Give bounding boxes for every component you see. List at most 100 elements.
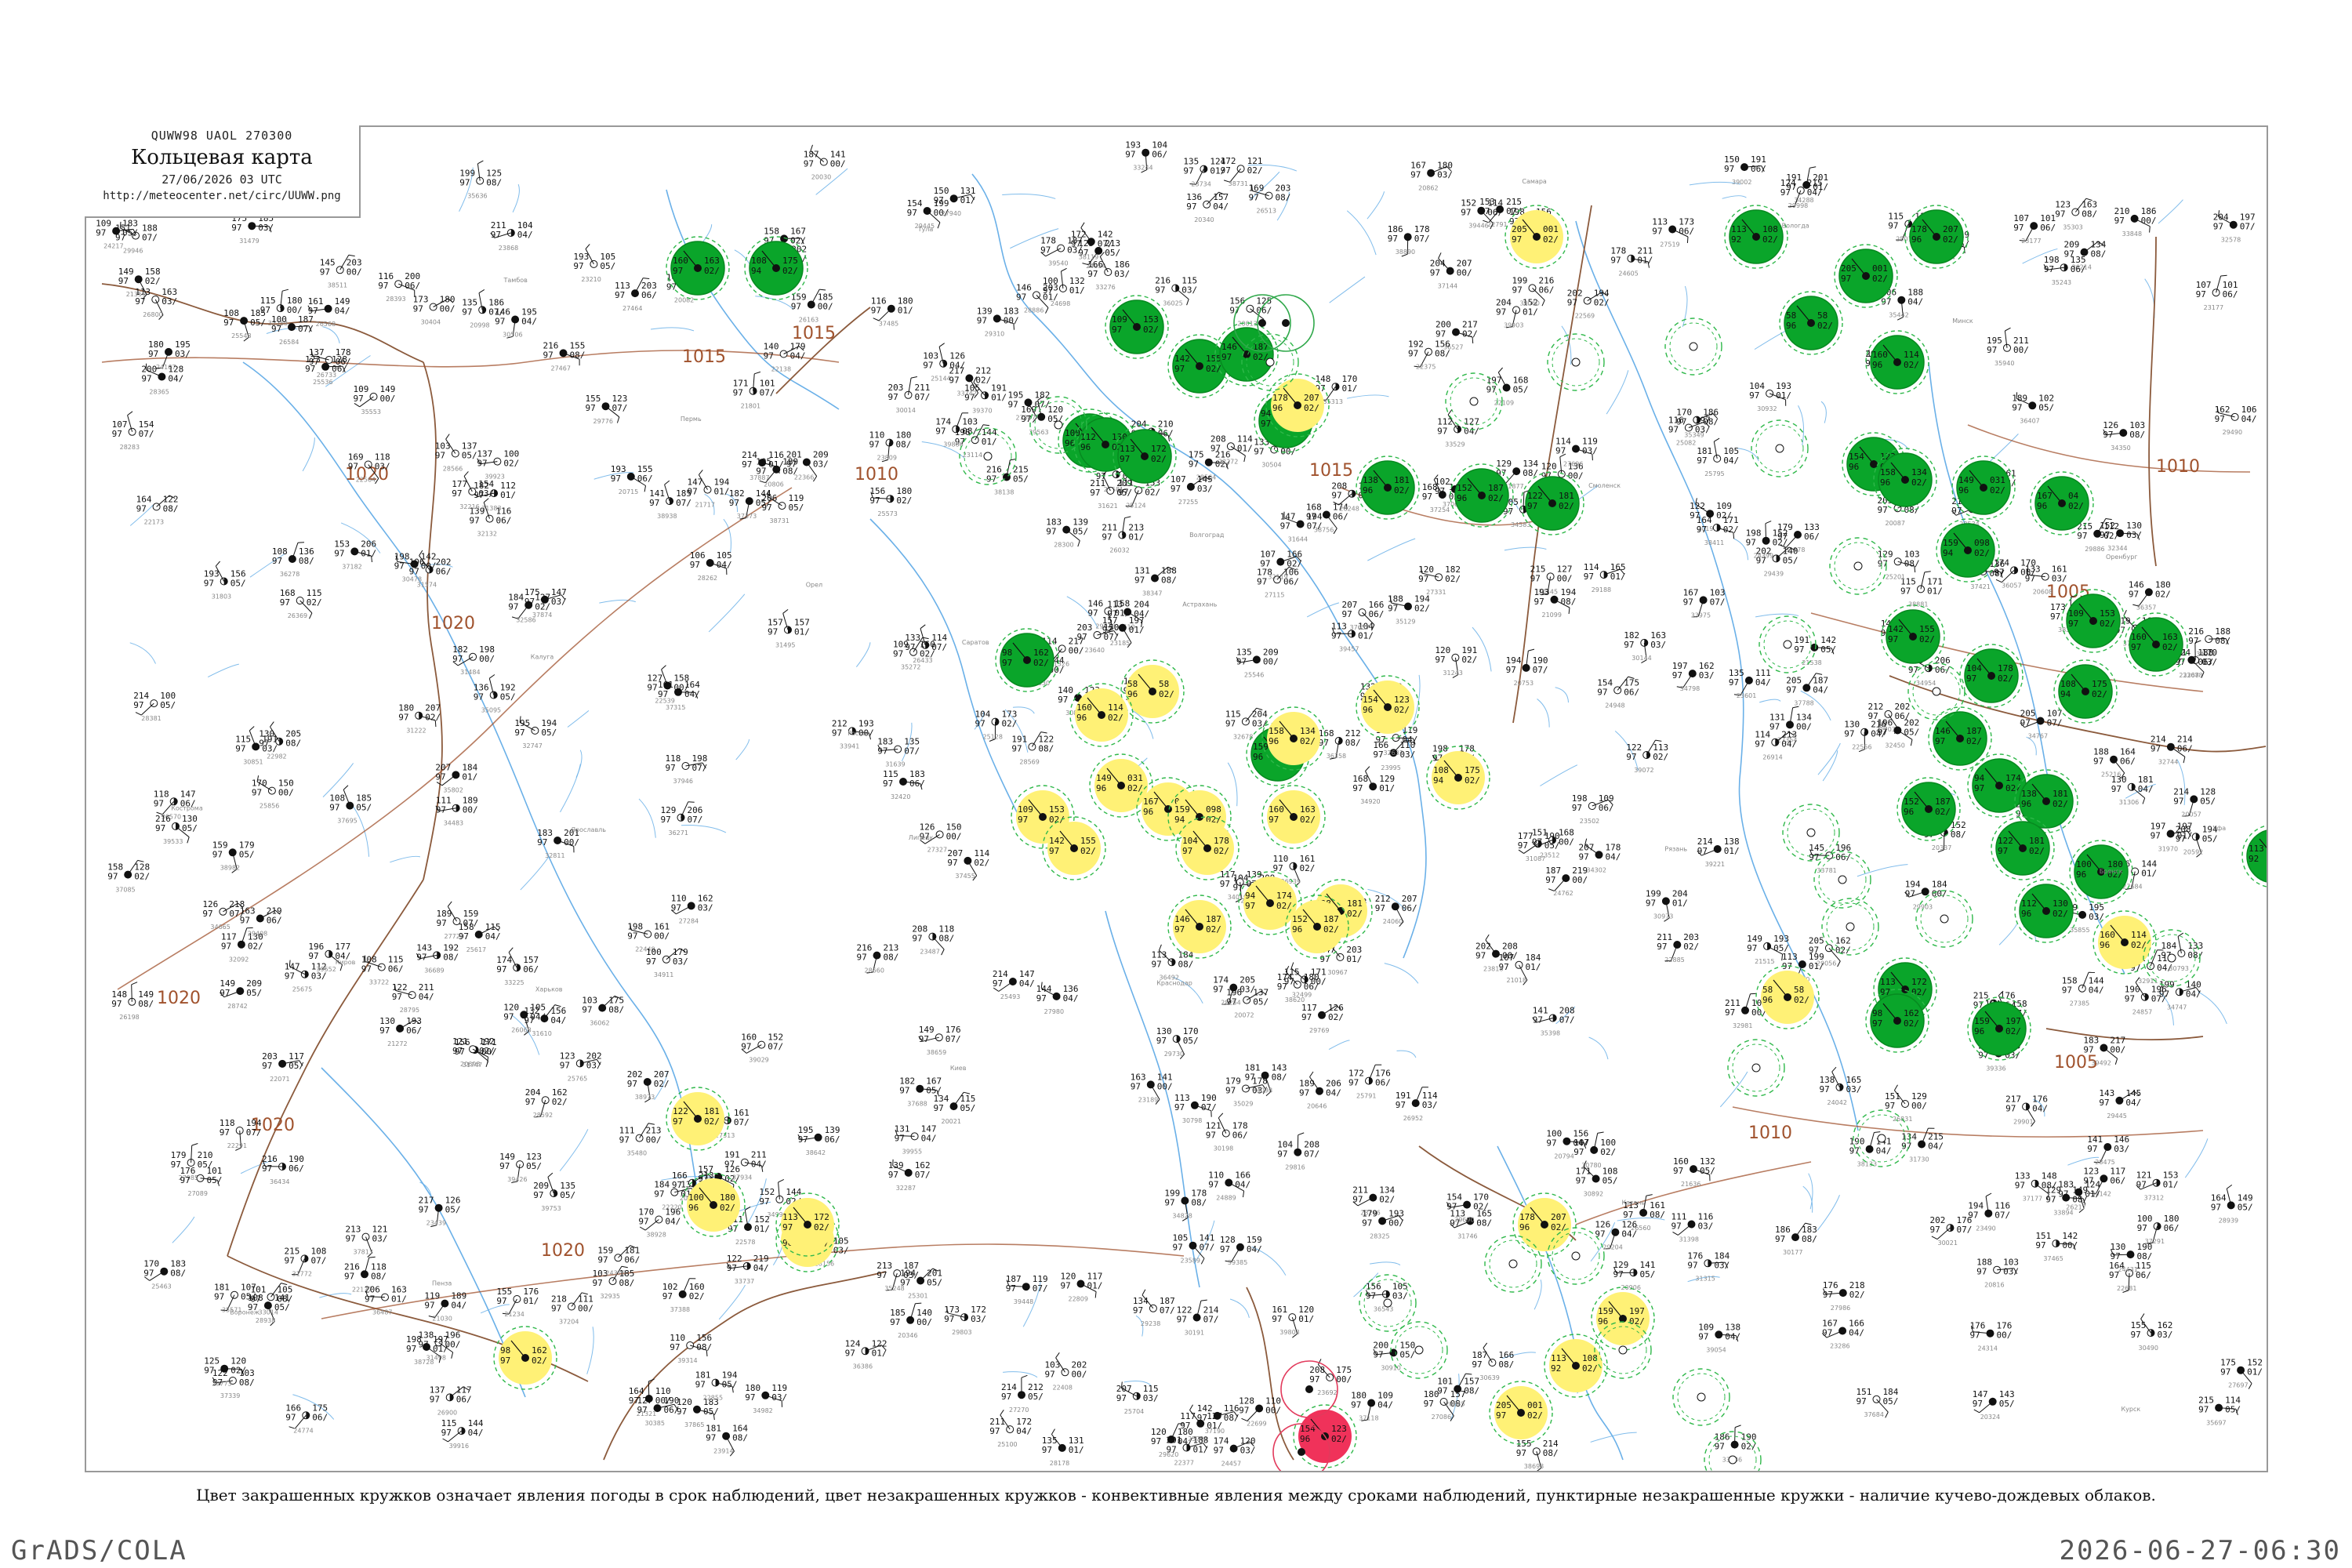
station-plot: 1189719807/37946 bbox=[666, 753, 708, 785]
svg-text:97: 97 bbox=[221, 942, 231, 952]
svg-text:30892: 30892 bbox=[1584, 1191, 1603, 1198]
svg-text:138: 138 bbox=[2021, 789, 2037, 799]
svg-text:30504: 30504 bbox=[1261, 462, 1281, 469]
svg-text:21018: 21018 bbox=[1507, 977, 1526, 984]
svg-text:97: 97 bbox=[1090, 488, 1100, 498]
svg-text:06/: 06/ bbox=[637, 474, 653, 484]
place-label: Рязань bbox=[1664, 845, 1687, 852]
svg-text:97: 97 bbox=[1885, 1101, 1895, 1111]
svg-text:97: 97 bbox=[2131, 1330, 2141, 1340]
cb-cloud-ring bbox=[1664, 318, 1722, 376]
svg-text:39029: 39029 bbox=[749, 1057, 768, 1064]
svg-text:97: 97 bbox=[2114, 216, 2125, 226]
svg-text:02/: 02/ bbox=[689, 1291, 705, 1301]
svg-text:97: 97 bbox=[895, 1133, 905, 1143]
svg-text:07/: 07/ bbox=[904, 746, 920, 757]
svg-text:23210: 23210 bbox=[581, 276, 601, 283]
svg-text:97: 97 bbox=[214, 1292, 224, 1302]
svg-text:08/: 08/ bbox=[2129, 430, 2145, 440]
svg-text:29056: 29056 bbox=[1817, 960, 1836, 967]
svg-text:30851: 30851 bbox=[243, 758, 263, 765]
station-plot: 2119717204/25100 bbox=[989, 1410, 1032, 1448]
svg-text:28660: 28660 bbox=[865, 967, 884, 975]
svg-text:97: 97 bbox=[2012, 402, 2022, 412]
svg-text:97: 97 bbox=[1220, 1244, 1230, 1254]
svg-text:26032: 26032 bbox=[1109, 547, 1129, 554]
svg-text:02/: 02/ bbox=[1935, 807, 1951, 817]
svg-text:20072: 20072 bbox=[1234, 1012, 1254, 1019]
svg-text:02/: 02/ bbox=[1653, 752, 1668, 762]
svg-text:29238: 29238 bbox=[1141, 1320, 1160, 1327]
svg-text:02/: 02/ bbox=[1206, 924, 1221, 935]
svg-text:06/: 06/ bbox=[2164, 1223, 2180, 1233]
svg-text:28569: 28569 bbox=[1019, 759, 1039, 766]
svg-text:97: 97 bbox=[1567, 298, 1577, 308]
svg-text:05/: 05/ bbox=[1904, 728, 1919, 738]
svg-text:96: 96 bbox=[1872, 360, 1882, 370]
isobar-label: 1010 bbox=[855, 465, 898, 485]
svg-text:97: 97 bbox=[1225, 718, 1236, 728]
svg-text:97: 97 bbox=[1987, 345, 1997, 355]
svg-text:30191: 30191 bbox=[1185, 1330, 1204, 1337]
svg-text:97: 97 bbox=[1254, 447, 1264, 457]
svg-text:22556: 22556 bbox=[1852, 744, 1871, 751]
svg-text:24762: 24762 bbox=[1553, 890, 1573, 897]
svg-text:29769: 29769 bbox=[1309, 1027, 1329, 1034]
svg-text:163: 163 bbox=[1300, 804, 1316, 815]
svg-text:06/: 06/ bbox=[2071, 264, 2086, 274]
svg-text:97: 97 bbox=[935, 426, 946, 436]
svg-text:02/: 02/ bbox=[479, 1046, 495, 1056]
station-plot: 2049716202/28592 bbox=[525, 1087, 568, 1119]
svg-text:30404: 30404 bbox=[421, 319, 441, 326]
svg-text:97: 97 bbox=[220, 1127, 230, 1138]
station-plot: 2119710404/23868 bbox=[490, 220, 533, 252]
svg-text:02/: 02/ bbox=[532, 1356, 547, 1366]
station-plot: 1139720306/27464 bbox=[615, 278, 657, 312]
svg-text:138: 138 bbox=[1363, 475, 1378, 485]
svg-text:97: 97 bbox=[1968, 1210, 1978, 1221]
station-plot: 1309719306/21272 bbox=[379, 1016, 422, 1047]
svg-text:08/: 08/ bbox=[938, 934, 954, 944]
stream bbox=[1755, 613, 1799, 618]
stream bbox=[1346, 394, 1389, 399]
svg-text:08/: 08/ bbox=[1345, 738, 1361, 748]
svg-text:97: 97 bbox=[893, 649, 903, 659]
svg-text:25301: 25301 bbox=[908, 1293, 927, 1300]
svg-text:02/: 02/ bbox=[704, 266, 720, 276]
svg-text:205: 205 bbox=[1512, 224, 1527, 234]
svg-text:97: 97 bbox=[1257, 576, 1267, 586]
svg-text:97: 97 bbox=[1036, 993, 1047, 1004]
svg-text:29730: 29730 bbox=[1164, 1051, 1184, 1058]
svg-text:97: 97 bbox=[662, 1291, 673, 1301]
svg-text:113: 113 bbox=[2249, 844, 2264, 854]
station-plot: 1209711701/22809 bbox=[1061, 1272, 1103, 1303]
svg-text:08/: 08/ bbox=[1464, 1386, 1479, 1396]
svg-text:23995: 23995 bbox=[1381, 764, 1400, 771]
place-label: Липецк bbox=[909, 834, 934, 841]
stream bbox=[1306, 602, 1340, 618]
svg-text:00/: 00/ bbox=[673, 683, 689, 693]
svg-text:97: 97 bbox=[1576, 1176, 1586, 1186]
highlight-station: 1139210802/ bbox=[1724, 205, 1788, 269]
svg-text:97: 97 bbox=[582, 1005, 592, 1015]
svg-text:22138: 22138 bbox=[771, 366, 791, 373]
svg-text:31730: 31730 bbox=[1909, 1156, 1929, 1163]
station-plot: 1039717508/36062 bbox=[582, 996, 624, 1027]
place-label: Вологда bbox=[1782, 223, 1809, 230]
svg-text:97: 97 bbox=[2125, 994, 2135, 1004]
station-plot: 2029720702/38973 bbox=[627, 1069, 670, 1103]
svg-text:39385: 39385 bbox=[1228, 1259, 1247, 1266]
svg-text:113: 113 bbox=[1880, 977, 1896, 987]
svg-text:22173: 22173 bbox=[144, 518, 164, 525]
svg-text:02/: 02/ bbox=[790, 235, 806, 245]
svg-text:08/: 08/ bbox=[1191, 1198, 1207, 1208]
svg-text:08/: 08/ bbox=[1224, 1413, 1240, 1423]
svg-text:97: 97 bbox=[1430, 268, 1440, 278]
svg-text:37177: 37177 bbox=[2023, 1196, 2042, 1203]
svg-text:97: 97 bbox=[593, 1278, 603, 1288]
station-plot: 1289715904/39385 bbox=[1220, 1235, 1262, 1266]
svg-text:97: 97 bbox=[133, 700, 143, 710]
station-plot: 1519718405/37684 bbox=[1857, 1387, 1899, 1418]
svg-text:108: 108 bbox=[1433, 765, 1449, 775]
svg-text:37144: 37144 bbox=[1438, 283, 1457, 290]
